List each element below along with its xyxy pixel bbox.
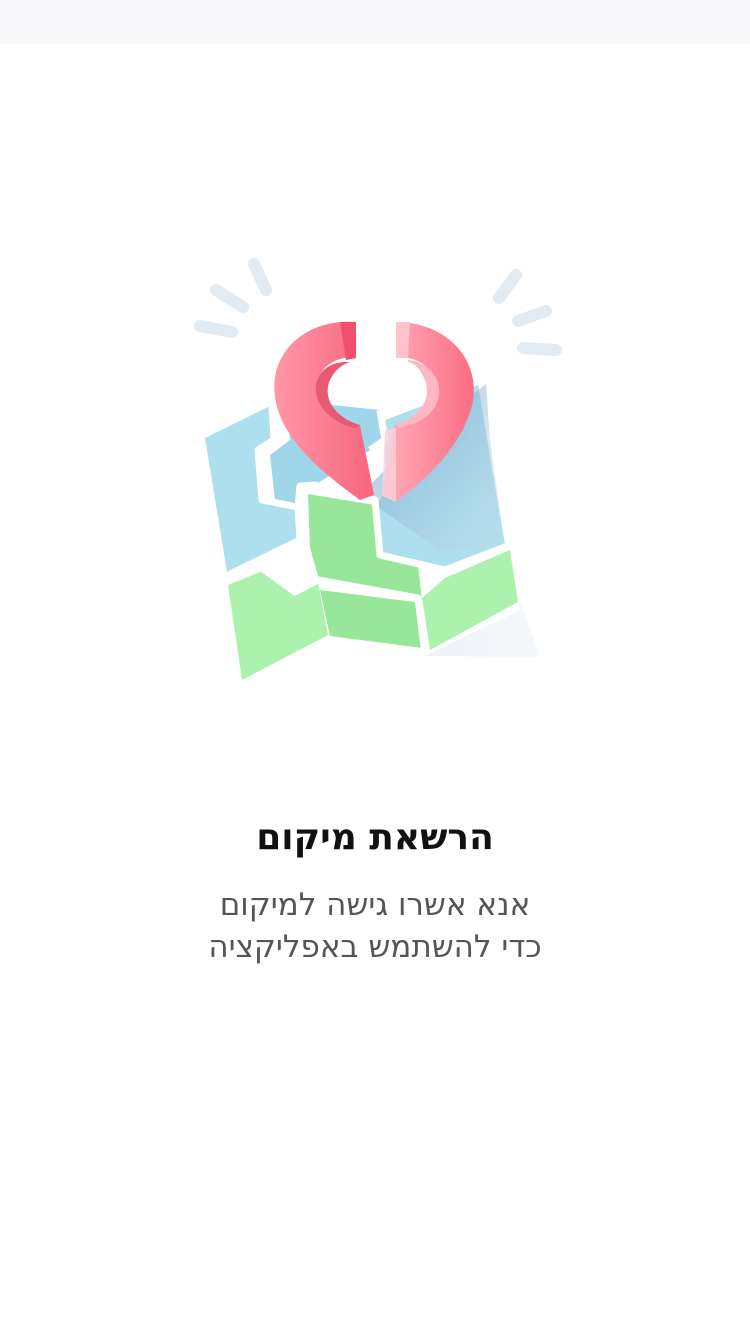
page-title: הרשאת מיקום [256,817,494,858]
pin-right-edge [396,322,410,358]
message-line-2: כדי להשתמש באפליקציה [208,929,542,965]
status-bar [0,0,750,44]
map-location-pin-icon [194,258,562,690]
ray-lines [194,258,562,356]
permission-message: אנא אשרו גישה למיקום כדי להשתמש באפליקצי… [0,884,750,968]
message-line-1: אנא אשרו גישה למיקום [219,887,531,923]
